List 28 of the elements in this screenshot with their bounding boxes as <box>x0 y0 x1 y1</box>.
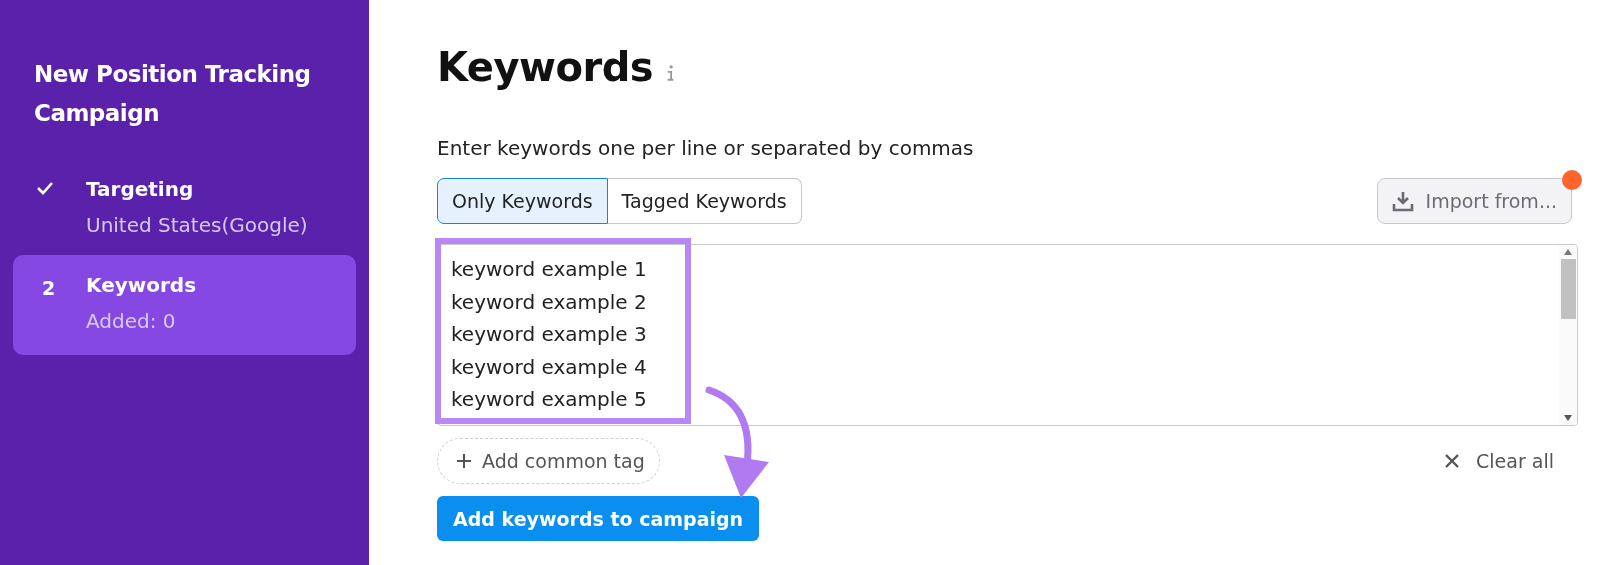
step-item[interactable]: 2 Keywords Added: 0 <box>13 255 356 355</box>
download-icon <box>1391 190 1414 212</box>
scroll-down-icon[interactable] <box>1564 415 1572 421</box>
info-icon[interactable] <box>665 64 676 82</box>
page-title: Keywords <box>437 44 654 90</box>
step-subtitle: Added: 0 <box>86 309 177 333</box>
keyword-line: keyword example 5 <box>451 386 647 413</box>
instruction-text: Enter keywords one per line or separated by commas <box>437 136 975 160</box>
plus-icon <box>456 453 472 469</box>
check-icon <box>36 181 54 195</box>
step-subtitle: United States(Google) <box>86 213 308 237</box>
step-item[interactable]: Targeting United States(Google) <box>13 169 356 255</box>
keyword-line: keyword example 2 <box>451 288 647 316</box>
close-icon <box>1444 453 1461 469</box>
import-button[interactable]: Import from... <box>1376 178 1572 224</box>
keyword-line: keyword example 4 <box>451 353 647 381</box>
tab[interactable]: Tagged Keywords <box>607 178 802 224</box>
step-number: 2 <box>42 277 56 299</box>
step-title: Keywords <box>86 273 197 297</box>
tab[interactable]: Only Keywords <box>437 178 608 224</box>
keyword-line: keyword example 1 <box>451 256 647 283</box>
campaign-title: New Position Tracking Campaign <box>33 60 312 128</box>
scroll-up-icon[interactable] <box>1564 249 1572 255</box>
clear-all-button[interactable]: Clear all <box>1444 450 1578 472</box>
add-tag-button[interactable]: Add common tag <box>437 438 660 484</box>
step-title: Targeting <box>86 177 195 201</box>
keyword-line: keyword example 3 <box>451 321 647 348</box>
scrollbar[interactable] <box>1559 245 1577 425</box>
